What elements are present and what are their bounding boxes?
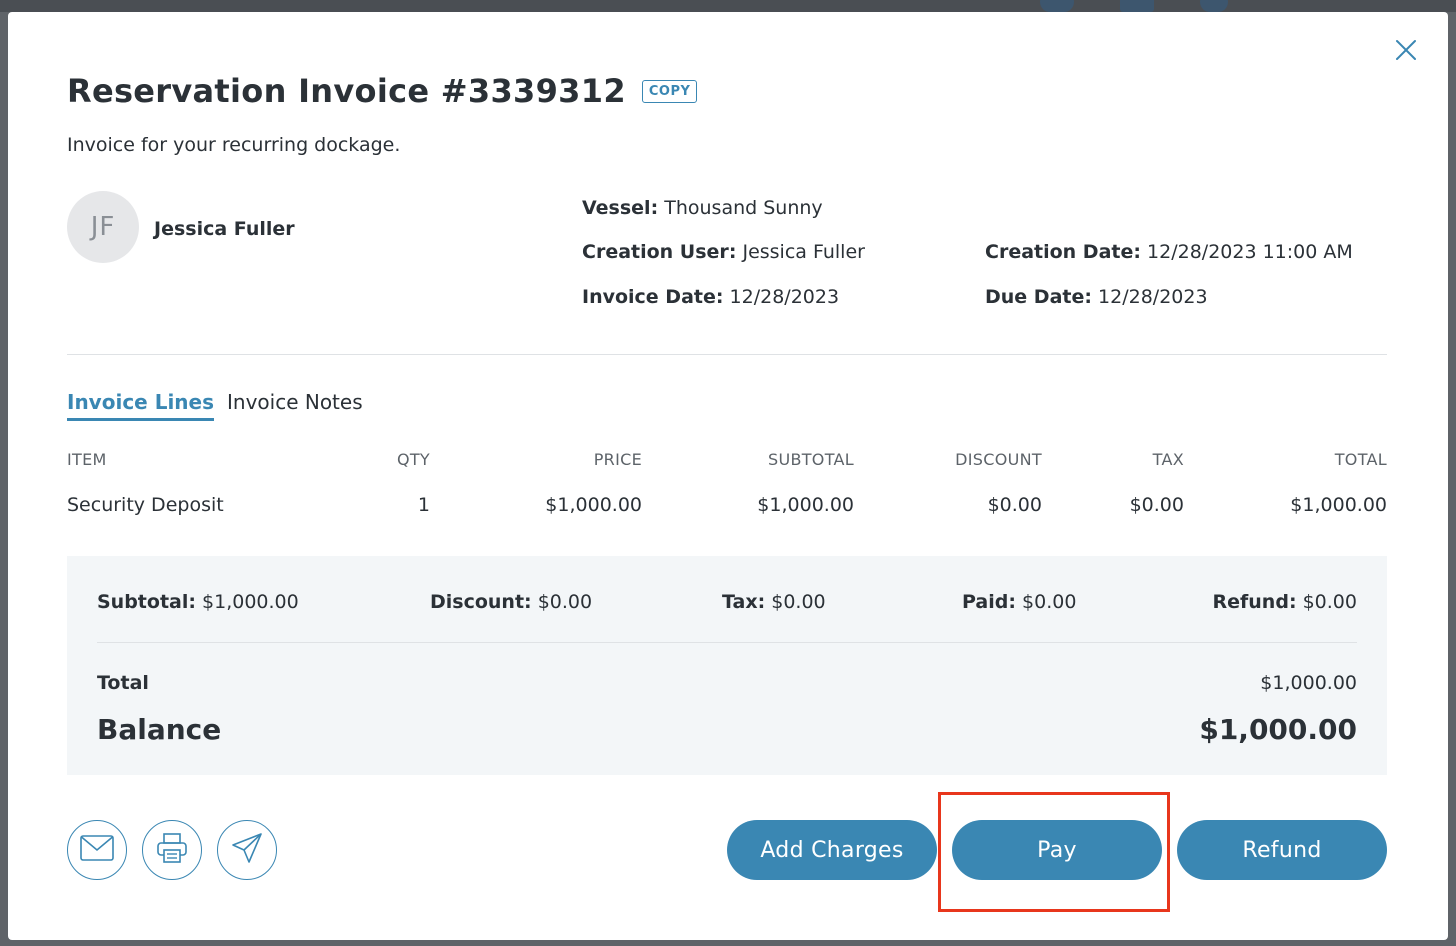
creation-user-value: Jessica Fuller: [742, 241, 865, 263]
column-header-discount: DISCOUNT: [955, 450, 1042, 469]
cell-subtotal: $1,000.00: [757, 494, 854, 516]
creation-date-label: Creation Date: [985, 241, 1134, 263]
summary-discount: Discount: $0.00: [430, 591, 593, 613]
avatar: JF: [67, 191, 139, 263]
invoice-date-label: Invoice Date: [582, 286, 716, 308]
creation-date-field: Creation Date: 12/28/2023 11:00 AM: [985, 241, 1353, 263]
customer-name: Jessica Fuller: [154, 218, 295, 240]
creation-user-field: Creation User: Jessica Fuller: [582, 241, 865, 263]
vessel-field: Vessel: Thousand Sunny: [582, 197, 823, 219]
background-avatar: [1040, 0, 1074, 12]
due-date-value: 12/28/2023: [1098, 286, 1208, 308]
summary-paid-label: Paid: [962, 591, 1009, 613]
column-header-price: PRICE: [593, 450, 642, 469]
cell-item: Security Deposit: [67, 494, 224, 516]
summary-paid: Paid: $0.00: [962, 591, 1077, 613]
cell-total: $1,000.00: [1290, 494, 1387, 516]
printer-icon: [156, 832, 188, 868]
due-date-label: Due Date: [985, 286, 1085, 308]
tab-invoice-lines[interactable]: Invoice Lines: [67, 390, 215, 421]
column-header-total: TOTAL: [1334, 450, 1387, 469]
balance-label: Balance: [97, 713, 222, 746]
column-header-subtotal: SUBTOTAL: [767, 450, 854, 469]
summary-paid-value: $0.00: [1022, 591, 1077, 613]
cell-discount: $0.00: [987, 494, 1042, 516]
summary-subtotal-value: $1,000.00: [202, 591, 299, 613]
column-header-qty: QTY: [396, 450, 430, 469]
summary-refund: Refund: $0.00: [1212, 591, 1358, 613]
invoice-modal: Reservation Invoice #3339312 COPY Invoic…: [8, 12, 1448, 940]
summary-subtotal-label: Subtotal: [97, 591, 189, 613]
column-header-item: ITEM: [67, 450, 107, 469]
summary-discount-label: Discount: [430, 591, 525, 613]
tab-invoice-notes[interactable]: Invoice Notes: [227, 390, 363, 418]
email-invoice-button[interactable]: [67, 820, 127, 880]
vessel-label: Vessel: [582, 197, 651, 219]
summary-subtotal: Subtotal: $1,000.00: [97, 591, 299, 613]
vessel-value: Thousand Sunny: [664, 197, 823, 219]
mail-icon: [80, 835, 114, 865]
close-icon[interactable]: [1394, 38, 1418, 62]
summary-tax-value: $0.00: [771, 591, 826, 613]
copy-button[interactable]: COPY: [641, 79, 698, 103]
due-date-field: Due Date: 12/28/2023: [985, 286, 1208, 308]
print-invoice-button[interactable]: [142, 820, 202, 880]
summary-refund-value: $0.00: [1302, 591, 1357, 613]
cell-tax: $0.00: [1129, 494, 1184, 516]
totals-summary: Subtotal: $1,000.00 Discount: $0.00 Tax:…: [67, 556, 1387, 775]
summary-divider: [97, 642, 1357, 643]
page-backdrop: [0, 0, 1456, 12]
creation-user-label: Creation User: [582, 241, 729, 263]
pay-button-highlight: [938, 792, 1170, 912]
total-label: Total: [97, 672, 149, 694]
total-value: $1,000.00: [1260, 672, 1357, 694]
send-invoice-button[interactable]: [217, 820, 277, 880]
background-avatar: [1200, 0, 1228, 12]
cell-price: $1,000.00: [545, 494, 642, 516]
cell-qty: 1: [417, 494, 430, 516]
column-header-tax: TAX: [1152, 450, 1184, 469]
summary-discount-value: $0.00: [537, 591, 593, 613]
summary-refund-label: Refund: [1212, 591, 1289, 613]
add-charges-button[interactable]: Add Charges: [727, 820, 937, 880]
page-title: Reservation Invoice #3339312: [67, 72, 626, 110]
section-divider: [67, 354, 1387, 355]
invoice-subtitle: Invoice for your recurring dockage.: [67, 134, 401, 156]
invoice-date-value: 12/28/2023: [729, 286, 840, 308]
background-icon: [1120, 0, 1154, 12]
refund-button[interactable]: Refund: [1177, 820, 1387, 880]
balance-value: $1,000.00: [1199, 713, 1357, 746]
title-row: Reservation Invoice #3339312 COPY: [67, 72, 698, 110]
creation-date-value: 12/28/2023 11:00 AM: [1147, 241, 1353, 263]
send-icon: [231, 832, 263, 868]
invoice-date-field: Invoice Date: 12/28/2023: [582, 286, 840, 308]
summary-tax-label: Tax: [722, 591, 758, 613]
summary-tax: Tax: $0.00: [722, 591, 826, 613]
